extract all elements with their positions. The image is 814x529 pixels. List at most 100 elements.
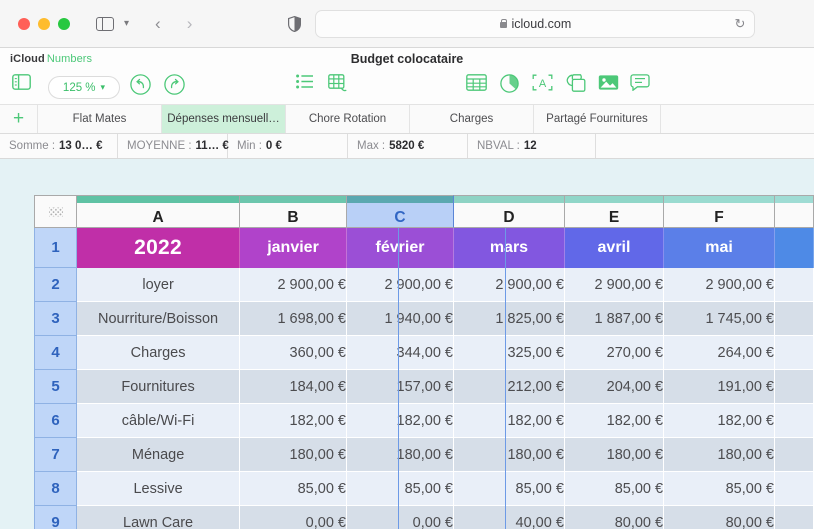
cell-b8[interactable]: 85,00 € <box>240 472 347 506</box>
cell-e3[interactable]: 1 887,00 € <box>564 302 665 336</box>
sheet-tab-depenses-mensuelles[interactable]: Dépenses mensuell… <box>162 105 286 133</box>
cell-f3[interactable]: 1 745,00 € <box>664 302 775 336</box>
row-header-7[interactable]: 7 <box>34 438 78 472</box>
cell-f2[interactable]: 2 900,00 € <box>664 268 775 302</box>
row-header-3[interactable]: 3 <box>34 302 78 336</box>
column-header-b[interactable]: B <box>240 195 347 228</box>
stat-moyenne[interactable]: MOYENNE : 11… € <box>118 134 229 158</box>
sheet-tab-partage-fournitures[interactable]: Partagé Fournitures <box>534 105 661 133</box>
cell-e4[interactable]: 270,00 € <box>564 336 665 370</box>
column-header-f[interactable]: F <box>664 195 775 228</box>
cell-a3[interactable]: Nourriture/Boisson <box>77 302 240 336</box>
insert-text-icon[interactable]: A <box>532 74 553 91</box>
stat-nbval[interactable]: NBVAL : 12 <box>468 134 596 158</box>
sheet-tab-flat-mates[interactable]: Flat Mates <box>38 105 162 133</box>
cell-b7[interactable]: 180,00 € <box>240 438 347 472</box>
forward-button[interactable]: › <box>187 14 193 34</box>
cell-e2[interactable]: 2 900,00 € <box>564 268 665 302</box>
sidebar-toggle-button[interactable]: ▾ <box>96 16 129 31</box>
column-header-c[interactable]: C <box>347 195 454 228</box>
privacy-shield-icon[interactable] <box>288 15 302 32</box>
cell-d7[interactable]: 180,00 € <box>454 438 565 472</box>
cell-e1[interactable]: avril <box>564 228 665 268</box>
cell-b3[interactable]: 1 698,00 € <box>240 302 347 336</box>
stat-somme[interactable]: Somme : 13 0… € <box>0 134 118 158</box>
cell-b6[interactable]: 182,00 € <box>240 404 347 438</box>
cell-b2[interactable]: 2 900,00 € <box>240 268 347 302</box>
sheet-tab-chore-rotation[interactable]: Chore Rotation <box>286 105 410 133</box>
cell-g8[interactable] <box>774 472 814 506</box>
insert-table-icon[interactable] <box>466 74 487 91</box>
cell-a8[interactable]: Lessive <box>77 472 240 506</box>
address-bar[interactable]: icloud.com ↻ <box>315 9 756 38</box>
cell-c8[interactable]: 85,00 € <box>347 472 454 506</box>
cell-g2[interactable] <box>774 268 814 302</box>
cell-f7[interactable]: 180,00 € <box>664 438 775 472</box>
cell-d4[interactable]: 325,00 € <box>454 336 565 370</box>
cell-b9[interactable]: 0,00 € <box>240 506 347 529</box>
cell-c3[interactable]: 1 940,00 € <box>347 302 454 336</box>
cell-e6[interactable]: 182,00 € <box>564 404 665 438</box>
cell-a5[interactable]: Fournitures <box>77 370 240 404</box>
cell-e5[interactable]: 204,00 € <box>564 370 665 404</box>
cell-d5[interactable]: 212,00 € <box>454 370 565 404</box>
insert-comment-icon[interactable] <box>630 74 650 91</box>
cell-a6[interactable]: câble/Wi-Fi <box>77 404 240 438</box>
row-header-4[interactable]: 4 <box>34 336 78 370</box>
document-title[interactable]: Budget colocataire <box>0 52 814 66</box>
cell-f4[interactable]: 264,00 € <box>664 336 775 370</box>
stat-max[interactable]: Max : 5820 € <box>348 134 468 158</box>
stat-min[interactable]: Min : 0 € <box>228 134 348 158</box>
cell-g7[interactable] <box>774 438 814 472</box>
column-header-a[interactable]: A <box>77 195 240 228</box>
sheet-tab-charges[interactable]: Charges <box>410 105 534 133</box>
zoom-level-dropdown[interactable]: 125 % ▾ <box>48 76 120 99</box>
cell-b5[interactable]: 184,00 € <box>240 370 347 404</box>
cell-f1[interactable]: mai <box>664 228 775 268</box>
cell-f8[interactable]: 85,00 € <box>664 472 775 506</box>
row-header-5[interactable]: 5 <box>34 370 78 404</box>
row-header-1[interactable]: 1 <box>34 228 78 268</box>
row-header-8[interactable]: 8 <box>34 472 78 506</box>
cell-b4[interactable]: 360,00 € <box>240 336 347 370</box>
chevron-down-icon[interactable]: ▾ <box>124 18 129 29</box>
maximize-window-button[interactable] <box>58 17 70 30</box>
cell-a1[interactable]: 2022 <box>77 228 240 268</box>
cell-b1[interactable]: janvier <box>240 228 347 268</box>
table-sort-icon[interactable] <box>328 74 348 93</box>
undo-icon[interactable] <box>130 74 151 95</box>
column-header-g[interactable] <box>774 195 814 228</box>
cell-d8[interactable]: 85,00 € <box>454 472 565 506</box>
cell-c1[interactable]: février <box>347 228 454 268</box>
cell-c5[interactable]: 157,00 € <box>347 370 454 404</box>
sidebar-panel-icon[interactable] <box>12 74 31 90</box>
table-select-handle[interactable] <box>34 195 78 228</box>
add-sheet-button[interactable]: + <box>0 105 38 133</box>
cell-a4[interactable]: Charges <box>77 336 240 370</box>
cell-d3[interactable]: 1 825,00 € <box>454 302 565 336</box>
cell-g1[interactable] <box>774 228 814 268</box>
cell-d6[interactable]: 182,00 € <box>454 404 565 438</box>
spreadsheet-canvas[interactable]: A B C D E F 1 2022 janvier février mars … <box>0 159 814 529</box>
reload-icon[interactable]: ↻ <box>734 16 745 32</box>
cell-g9[interactable] <box>774 506 814 529</box>
cell-g5[interactable] <box>774 370 814 404</box>
cell-c2[interactable]: 2 900,00 € <box>347 268 454 302</box>
list-format-icon[interactable] <box>296 74 314 89</box>
row-header-6[interactable]: 6 <box>34 404 78 438</box>
insert-shape-icon[interactable] <box>566 74 586 92</box>
cell-e9[interactable]: 80,00 € <box>564 506 665 529</box>
cell-e8[interactable]: 85,00 € <box>564 472 665 506</box>
column-header-d[interactable]: D <box>454 195 565 228</box>
cell-e7[interactable]: 180,00 € <box>564 438 665 472</box>
insert-image-icon[interactable] <box>598 74 619 91</box>
cell-g3[interactable] <box>774 302 814 336</box>
column-header-e[interactable]: E <box>564 195 665 228</box>
cell-d1[interactable]: mars <box>454 228 565 268</box>
cell-c9[interactable]: 0,00 € <box>347 506 454 529</box>
redo-icon[interactable] <box>164 74 185 95</box>
sheet-tab-empty-area[interactable] <box>661 105 814 133</box>
back-button[interactable]: ‹ <box>155 14 161 34</box>
cell-g4[interactable] <box>774 336 814 370</box>
row-header-2[interactable]: 2 <box>34 268 78 302</box>
